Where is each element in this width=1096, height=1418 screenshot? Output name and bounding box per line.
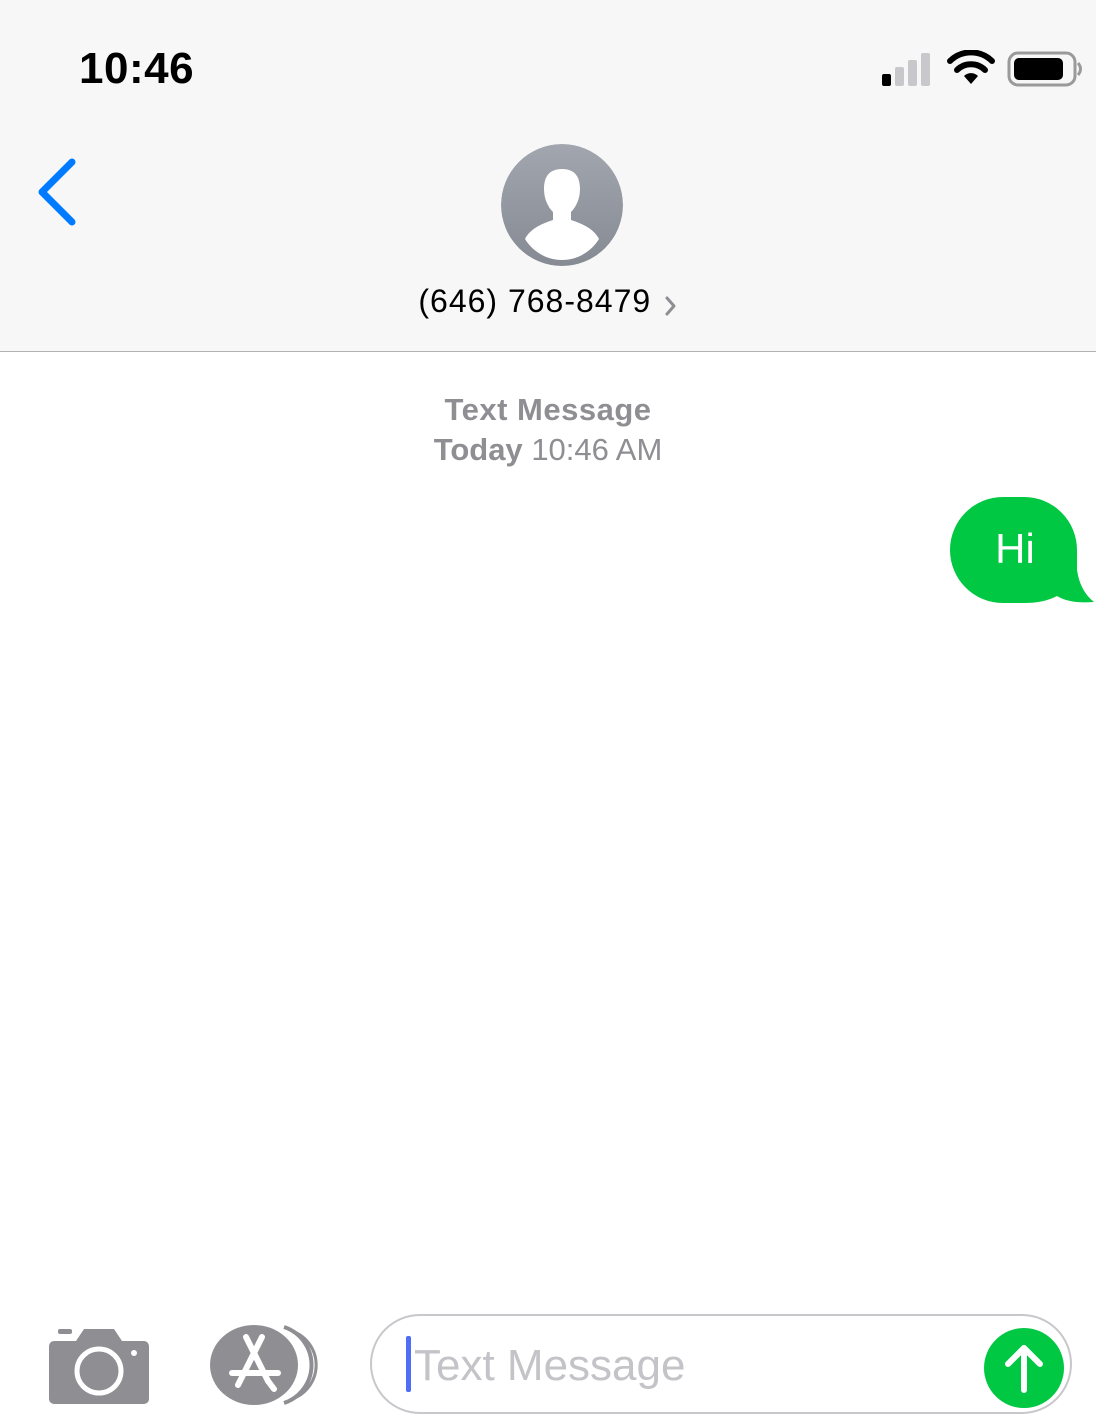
message-text: Hi [995, 525, 1035, 572]
chevron-left-icon [38, 158, 76, 226]
outgoing-message-bubble[interactable]: Hi [946, 496, 1096, 606]
contact-avatar[interactable] [501, 144, 623, 266]
messages-screen: 10:46 (646) 768-8479 Text Message Today … [0, 0, 1096, 1418]
conversation-meta: Text Message Today 10:46 AM [0, 390, 1096, 470]
chevron-right-icon [665, 296, 676, 316]
message-input[interactable]: Text Message [370, 1314, 1072, 1414]
contact-phone-number: (646) 768-8479 [418, 283, 652, 319]
service-label: Text Message [444, 392, 652, 427]
cellular-signal-icon [882, 53, 930, 86]
message-input-placeholder: Text Message [414, 1341, 686, 1390]
camera-icon [49, 1329, 149, 1404]
text-cursor [406, 1336, 411, 1392]
back-button[interactable] [28, 150, 92, 238]
battery-icon [1007, 51, 1082, 87]
app-store-button[interactable] [208, 1323, 320, 1407]
status-time: 10:46 [79, 44, 195, 93]
camera-button[interactable] [48, 1325, 150, 1405]
wifi-icon [947, 50, 995, 84]
send-arrow-icon [984, 1328, 1064, 1408]
contact-details-button[interactable]: (646) 768-8479 [0, 280, 1096, 322]
app-store-icon [210, 1325, 318, 1405]
navigation-header: 10:46 (646) 768-8479 [0, 0, 1096, 352]
send-button[interactable] [984, 1328, 1064, 1408]
timestamp-time: 10:46 AM [531, 432, 663, 467]
timestamp: Today 10:46 AM [0, 430, 1096, 470]
person-silhouette-icon [501, 144, 623, 266]
timestamp-day: Today [433, 432, 523, 467]
